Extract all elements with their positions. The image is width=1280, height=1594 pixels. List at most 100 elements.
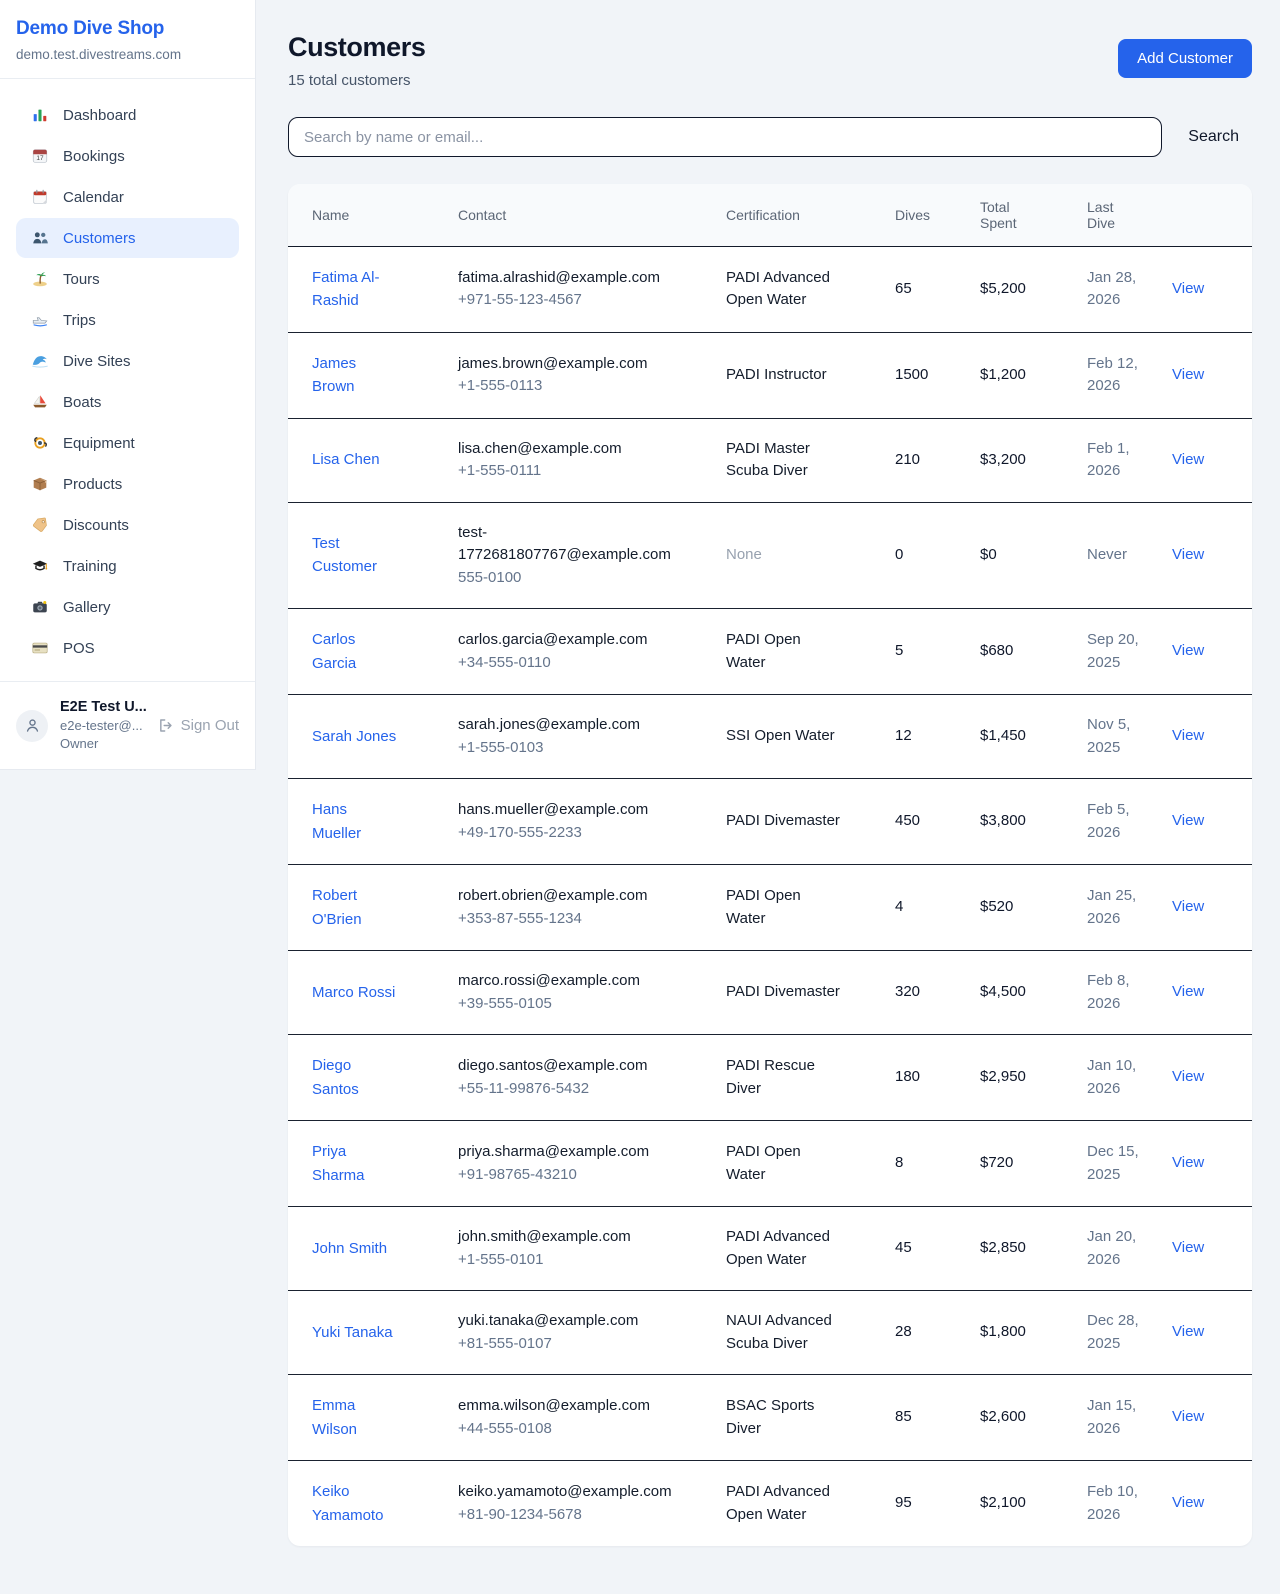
camera-icon	[30, 597, 50, 617]
view-customer-link[interactable]: View	[1172, 727, 1204, 744]
view-customer-link[interactable]: View	[1172, 366, 1204, 383]
search-row: Search	[288, 117, 1252, 157]
view-customer-link[interactable]: View	[1172, 812, 1204, 829]
sidebar-item-training[interactable]: Training	[16, 546, 239, 586]
sidebar: Demo Dive Shop demo.test.divestreams.com…	[0, 0, 256, 770]
customer-name-link[interactable]: John Smith	[312, 1240, 387, 1257]
search-button[interactable]: Search	[1162, 128, 1252, 146]
view-customer-link[interactable]: View	[1172, 546, 1204, 563]
wave-icon	[30, 351, 50, 371]
table-row: Test Customer test-1772681807767@example…	[288, 502, 1252, 609]
customer-dives: 85	[871, 1375, 956, 1461]
view-customer-link[interactable]: View	[1172, 280, 1204, 297]
sidebar-item-customers[interactable]: Customers	[16, 218, 239, 258]
table-row: Lisa Chen lisa.chen@example.com +1-555-0…	[288, 418, 1252, 502]
search-input[interactable]	[288, 117, 1162, 157]
customer-certification: PADI Advanced Open Water	[702, 1207, 871, 1291]
customer-dives: 450	[871, 779, 956, 865]
customer-phone: +44-555-0108	[458, 1418, 686, 1441]
customer-name-link[interactable]: Emma Wilson	[312, 1397, 357, 1438]
column-header-total-spent: Total Spent	[956, 184, 1063, 246]
customer-last-dive: Feb 1, 2026	[1063, 418, 1170, 502]
customer-phone: +81-90-1234-5678	[458, 1504, 686, 1527]
customer-last-dive: Jan 28, 2026	[1063, 246, 1170, 332]
view-customer-link[interactable]: View	[1172, 1154, 1204, 1171]
user-role: Owner	[60, 735, 145, 753]
customer-name-link[interactable]: Keiko Yamamoto	[312, 1483, 383, 1524]
sidebar-item-pos[interactable]: POS	[16, 628, 239, 668]
customer-name-link[interactable]: Yuki Tanaka	[312, 1324, 393, 1341]
customer-total-spent: $0	[956, 502, 1063, 609]
view-customer-link[interactable]: View	[1172, 898, 1204, 915]
sidebar-item-products[interactable]: Products	[16, 464, 239, 504]
page-header: Customers 15 total customers Add Custome…	[288, 32, 1252, 89]
user-footer: E2E Test U... e2e-tester@... Owner Sign …	[0, 681, 255, 769]
customer-last-dive: Feb 12, 2026	[1063, 332, 1170, 418]
person-icon	[24, 717, 41, 734]
customer-name-link[interactable]: Lisa Chen	[312, 451, 380, 468]
sidebar-item-bookings[interactable]: 17Bookings	[16, 136, 239, 176]
customer-certification: BSAC Sports Diver	[702, 1375, 871, 1461]
main-content: Customers 15 total customers Add Custome…	[256, 0, 1280, 1594]
customer-last-dive: Dec 28, 2025	[1063, 1291, 1170, 1375]
customer-last-dive: Jan 20, 2026	[1063, 1207, 1170, 1291]
customer-name-link[interactable]: Diego Santos	[312, 1057, 359, 1098]
customer-name-link[interactable]: James Brown	[312, 355, 356, 396]
customer-name-link[interactable]: Priya Sharma	[312, 1143, 365, 1184]
view-customer-link[interactable]: View	[1172, 1323, 1204, 1340]
customer-name-link[interactable]: Carlos Garcia	[312, 631, 356, 672]
sidebar-nav: Dashboard17Bookings Calendar CustomersTour…	[0, 79, 255, 681]
sidebar-item-dashboard[interactable]: Dashboard	[16, 95, 239, 135]
view-customer-link[interactable]: View	[1172, 1494, 1204, 1511]
sidebar-item-calendar[interactable]: Calendar	[16, 177, 239, 217]
sidebar-item-label: Training	[63, 558, 117, 575]
view-customer-link[interactable]: View	[1172, 1408, 1204, 1425]
customer-certification: PADI Open Water	[702, 1121, 871, 1207]
sidebar-item-dive-sites[interactable]: Dive Sites	[16, 341, 239, 381]
customer-name-link[interactable]: Test Customer	[312, 535, 377, 576]
customer-total-spent: $2,100	[956, 1461, 1063, 1547]
sidebar-item-label: Calendar	[63, 189, 124, 206]
sidebar-item-gallery[interactable]: Gallery	[16, 587, 239, 627]
customer-email: carlos.garcia@example.com	[458, 629, 686, 652]
customer-name-link[interactable]: Fatima Al-Rashid	[312, 269, 380, 310]
customer-email: hans.mueller@example.com	[458, 799, 686, 822]
customer-certification: SSI Open Water	[702, 695, 871, 779]
view-customer-link[interactable]: View	[1172, 1239, 1204, 1256]
customer-certification: PADI Rescue Diver	[702, 1035, 871, 1121]
table-row: Keiko Yamamoto keiko.yamamoto@example.co…	[288, 1461, 1252, 1547]
table-row: Robert O'Brien robert.obrien@example.com…	[288, 865, 1252, 951]
customer-name-link[interactable]: Marco Rossi	[312, 984, 395, 1001]
customer-phone: +39-555-0105	[458, 993, 686, 1016]
view-customer-link[interactable]: View	[1172, 983, 1204, 1000]
sidebar-item-trips[interactable]: Trips	[16, 300, 239, 340]
sidebar-header: Demo Dive Shop demo.test.divestreams.com	[0, 0, 255, 79]
svg-text:17: 17	[36, 155, 44, 162]
customer-total-spent: $4,500	[956, 951, 1063, 1035]
customer-name-link[interactable]: Hans Mueller	[312, 801, 361, 842]
customer-last-dive: Feb 5, 2026	[1063, 779, 1170, 865]
tag-icon	[30, 515, 50, 535]
credit-card-icon	[30, 638, 50, 658]
sidebar-item-label: Products	[63, 476, 122, 493]
sidebar-item-label: Dive Sites	[63, 353, 131, 370]
sidebar-item-tours[interactable]: Tours	[16, 259, 239, 299]
view-customer-link[interactable]: View	[1172, 451, 1204, 468]
customer-certification: PADI Instructor	[702, 332, 871, 418]
sidebar-item-equipment[interactable]: Equipment	[16, 423, 239, 463]
customer-phone: +1-555-0111	[458, 460, 686, 483]
customer-last-dive: Sep 20, 2025	[1063, 609, 1170, 695]
sign-out-label: Sign Out	[181, 717, 239, 734]
sidebar-item-boats[interactable]: Boats	[16, 382, 239, 422]
user-name: E2E Test U...	[60, 699, 145, 715]
customer-email: marco.rossi@example.com	[458, 970, 686, 993]
customer-last-dive: Never	[1063, 502, 1170, 609]
view-customer-link[interactable]: View	[1172, 1068, 1204, 1085]
customer-name-link[interactable]: Sarah Jones	[312, 728, 396, 745]
customer-certification: PADI Master Scuba Diver	[702, 418, 871, 502]
sign-out-button[interactable]: Sign Out	[157, 717, 239, 734]
add-customer-button[interactable]: Add Customer	[1118, 39, 1252, 78]
customer-name-link[interactable]: Robert O'Brien	[312, 887, 362, 928]
sidebar-item-discounts[interactable]: Discounts	[16, 505, 239, 545]
view-customer-link[interactable]: View	[1172, 642, 1204, 659]
